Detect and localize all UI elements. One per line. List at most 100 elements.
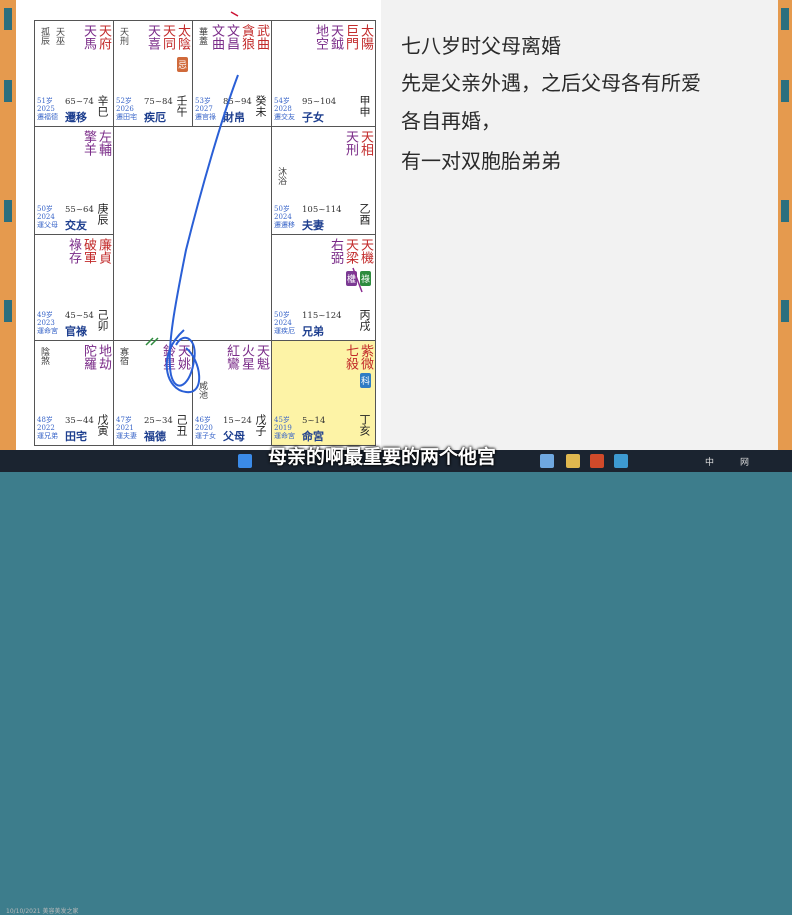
year-info-line: 2026: [116, 105, 134, 113]
palace-year-info: 50岁 2024 遷遷移: [274, 205, 295, 229]
star-label: 左輔: [96, 130, 111, 156]
decade-range: 105~114: [302, 205, 342, 215]
palace-cell-yin[interactable]: 地劫 陀羅 陰煞 48岁 2022 運兄弟 35~44 田宅 戊寅: [35, 341, 114, 446]
stem-branch: 己卯: [96, 309, 109, 331]
palace-cell-xu[interactable]: 天機 天梁 右弼祿權 50岁 2024 運疾厄 115~124 兄弟 丙戌: [272, 235, 376, 341]
star-label: 紅鸞: [224, 344, 239, 370]
palace-cell-you[interactable]: 天相 天刑 沐浴 50岁 2024 遷遷移 105~114 夫妻 乙酉: [272, 127, 376, 235]
minor-stars: 咸池: [196, 381, 222, 399]
folder-icon[interactable]: [566, 454, 580, 468]
palace-cell-shen[interactable]: 太陽 巨門 天鉞 地空 54岁 2028 遷交友 95~104 子女 甲申: [272, 21, 376, 127]
palace-stars: 廉貞 破軍 祿存: [35, 238, 111, 264]
stem-branch: 甲申: [358, 95, 371, 117]
star-label: 廉貞: [96, 238, 111, 264]
stem-branch: 己丑: [175, 414, 188, 436]
decade-range: 75~84: [144, 97, 173, 107]
year-info-line: 遷遷移: [274, 221, 295, 229]
year-info-line: 遷福德: [37, 113, 58, 121]
palace-year-info: 51岁 2025 遷福德: [37, 97, 58, 121]
powerpoint-icon[interactable]: [590, 454, 604, 468]
tray-network[interactable]: 网: [740, 455, 749, 468]
windows-start-icon[interactable]: [238, 454, 252, 468]
decade-range: 45~54: [65, 311, 94, 321]
year-info-line: 45岁: [274, 416, 290, 424]
star-label: 火星: [239, 344, 254, 370]
palace-cell-chou[interactable]: 天姚 鈴星 寡宿 47岁 2021 運夫妻 25~34 福德 己丑: [114, 341, 193, 446]
palace-name: 交友: [65, 219, 87, 232]
note-line-4: 有一对双胞胎弟弟: [401, 149, 561, 173]
decade-range: 115~124: [302, 311, 342, 321]
palace-cell-zi[interactable]: 天魁 火星 紅鸞 咸池 46岁 2020 運子女 15~24 父母 戊子: [193, 341, 272, 446]
minor-star-label: 孤辰: [39, 27, 49, 45]
decade-range: 25~34: [144, 416, 173, 426]
year-info-line: 運夫妻: [116, 432, 137, 440]
palace-cell-mao[interactable]: 廉貞 破軍 祿存 49岁 2023 運命宮 45~54 官祿 己卯: [35, 235, 114, 341]
year-info-line: 2025: [37, 105, 55, 113]
minor-star-label: 天巫: [54, 27, 64, 45]
stem-branch: 癸未: [254, 95, 267, 117]
year-info-line: 遷交友: [274, 113, 295, 121]
year-info-line: 47岁: [116, 416, 132, 424]
star-label: 天魁: [254, 344, 269, 370]
palace-stars: 紫微 七殺: [315, 344, 373, 370]
star-label: 太陰: [175, 24, 190, 50]
year-info-line: 運命宮: [37, 327, 58, 335]
minor-stars: 沐浴: [275, 167, 301, 185]
year-info-line: 遷官祿: [195, 113, 216, 121]
palace-year-info: 52岁 2026 遷田宅: [116, 97, 137, 121]
star-label: 七殺: [343, 344, 358, 370]
palace-stars: 太陽 巨門 天鉞 地空: [272, 24, 373, 50]
year-info-line: 2023: [37, 319, 55, 327]
note-line-3: 各自再婚，: [401, 109, 501, 133]
year-info-line: 2028: [274, 105, 292, 113]
palace-cell-chen[interactable]: 左輔 擎羊 50岁 2024 運父母 55~64 交友 庚辰: [35, 127, 114, 235]
star-label: 祿存: [66, 238, 81, 264]
stem-branch: 戊子: [254, 414, 267, 436]
palace-name: 財帛: [223, 111, 245, 124]
star-label: 太陽: [358, 24, 373, 50]
decade-range: 5~14: [302, 416, 326, 426]
year-info-line: 49岁: [37, 311, 53, 319]
minor-star-label: 天刑: [118, 27, 128, 45]
star-label: 文昌: [224, 24, 239, 50]
decade-range: 55~64: [65, 205, 94, 215]
tray-language[interactable]: 中: [705, 455, 714, 468]
year-info-line: 50岁: [37, 205, 53, 213]
star-label: 天刑: [343, 130, 358, 156]
transform-badge: 科: [359, 373, 371, 388]
year-info-line: 遷田宅: [116, 113, 137, 121]
app-icon-2[interactable]: [614, 454, 628, 468]
palace-cell-wei[interactable]: 武曲 貪狼 文昌 文曲 華蓋 53岁 2027 遷官祿 85~94 財帛 癸未: [193, 21, 272, 127]
stem-branch: 戊寅: [96, 414, 109, 436]
star-label: 紫微: [358, 344, 373, 370]
transform-badge: 忌: [176, 57, 188, 72]
star-label: 地劫: [96, 344, 111, 370]
stem-branch: 乙酉: [358, 203, 371, 225]
stem-branch: 丁亥: [358, 414, 371, 436]
palace-stars: 天魁 火星 紅鸞: [193, 344, 269, 370]
year-info-line: 53岁: [195, 97, 211, 105]
year-info-line: 52岁: [116, 97, 132, 105]
video-subtitle: 母亲的啊最重要的两个他宫: [268, 446, 497, 468]
year-info-line: 48岁: [37, 416, 53, 424]
year-info-line: 46岁: [195, 416, 211, 424]
app-icon[interactable]: [540, 454, 554, 468]
palace-cell-si[interactable]: 天府 天馬 孤辰 天巫 51岁 2025 遷福德 65~74 遷移 辛巳: [35, 21, 114, 127]
star-label: 天機: [358, 238, 373, 264]
minor-star-label: 咸池: [197, 381, 207, 399]
star-label: 天喜: [145, 24, 160, 50]
star-label: 擎羊: [81, 130, 96, 156]
year-info-line: 運兄弟: [37, 432, 58, 440]
year-info-line: 54岁: [274, 97, 290, 105]
minor-star-label: 寡宿: [118, 347, 128, 365]
palace-year-info: 50岁 2024 運父母: [37, 205, 58, 229]
palace-year-info: 53岁 2027 遷官祿: [195, 97, 216, 121]
year-info-line: 51岁: [37, 97, 53, 105]
star-label: 武曲: [254, 24, 269, 50]
palace-cell-hai[interactable]: 紫微 七殺科 45岁 2019 運命宮 5~14 命宮 丁亥: [272, 341, 376, 446]
star-label: 巨門: [343, 24, 358, 50]
year-info-line: 50岁: [274, 311, 290, 319]
palace-cell-wu[interactable]: 太陰 天同 天喜 天刑忌 52岁 2026 遷田宅 75~84 疾厄 壬午: [114, 21, 193, 127]
left-window-edge: [0, 0, 16, 450]
minor-star-label: 陰煞: [39, 347, 49, 365]
